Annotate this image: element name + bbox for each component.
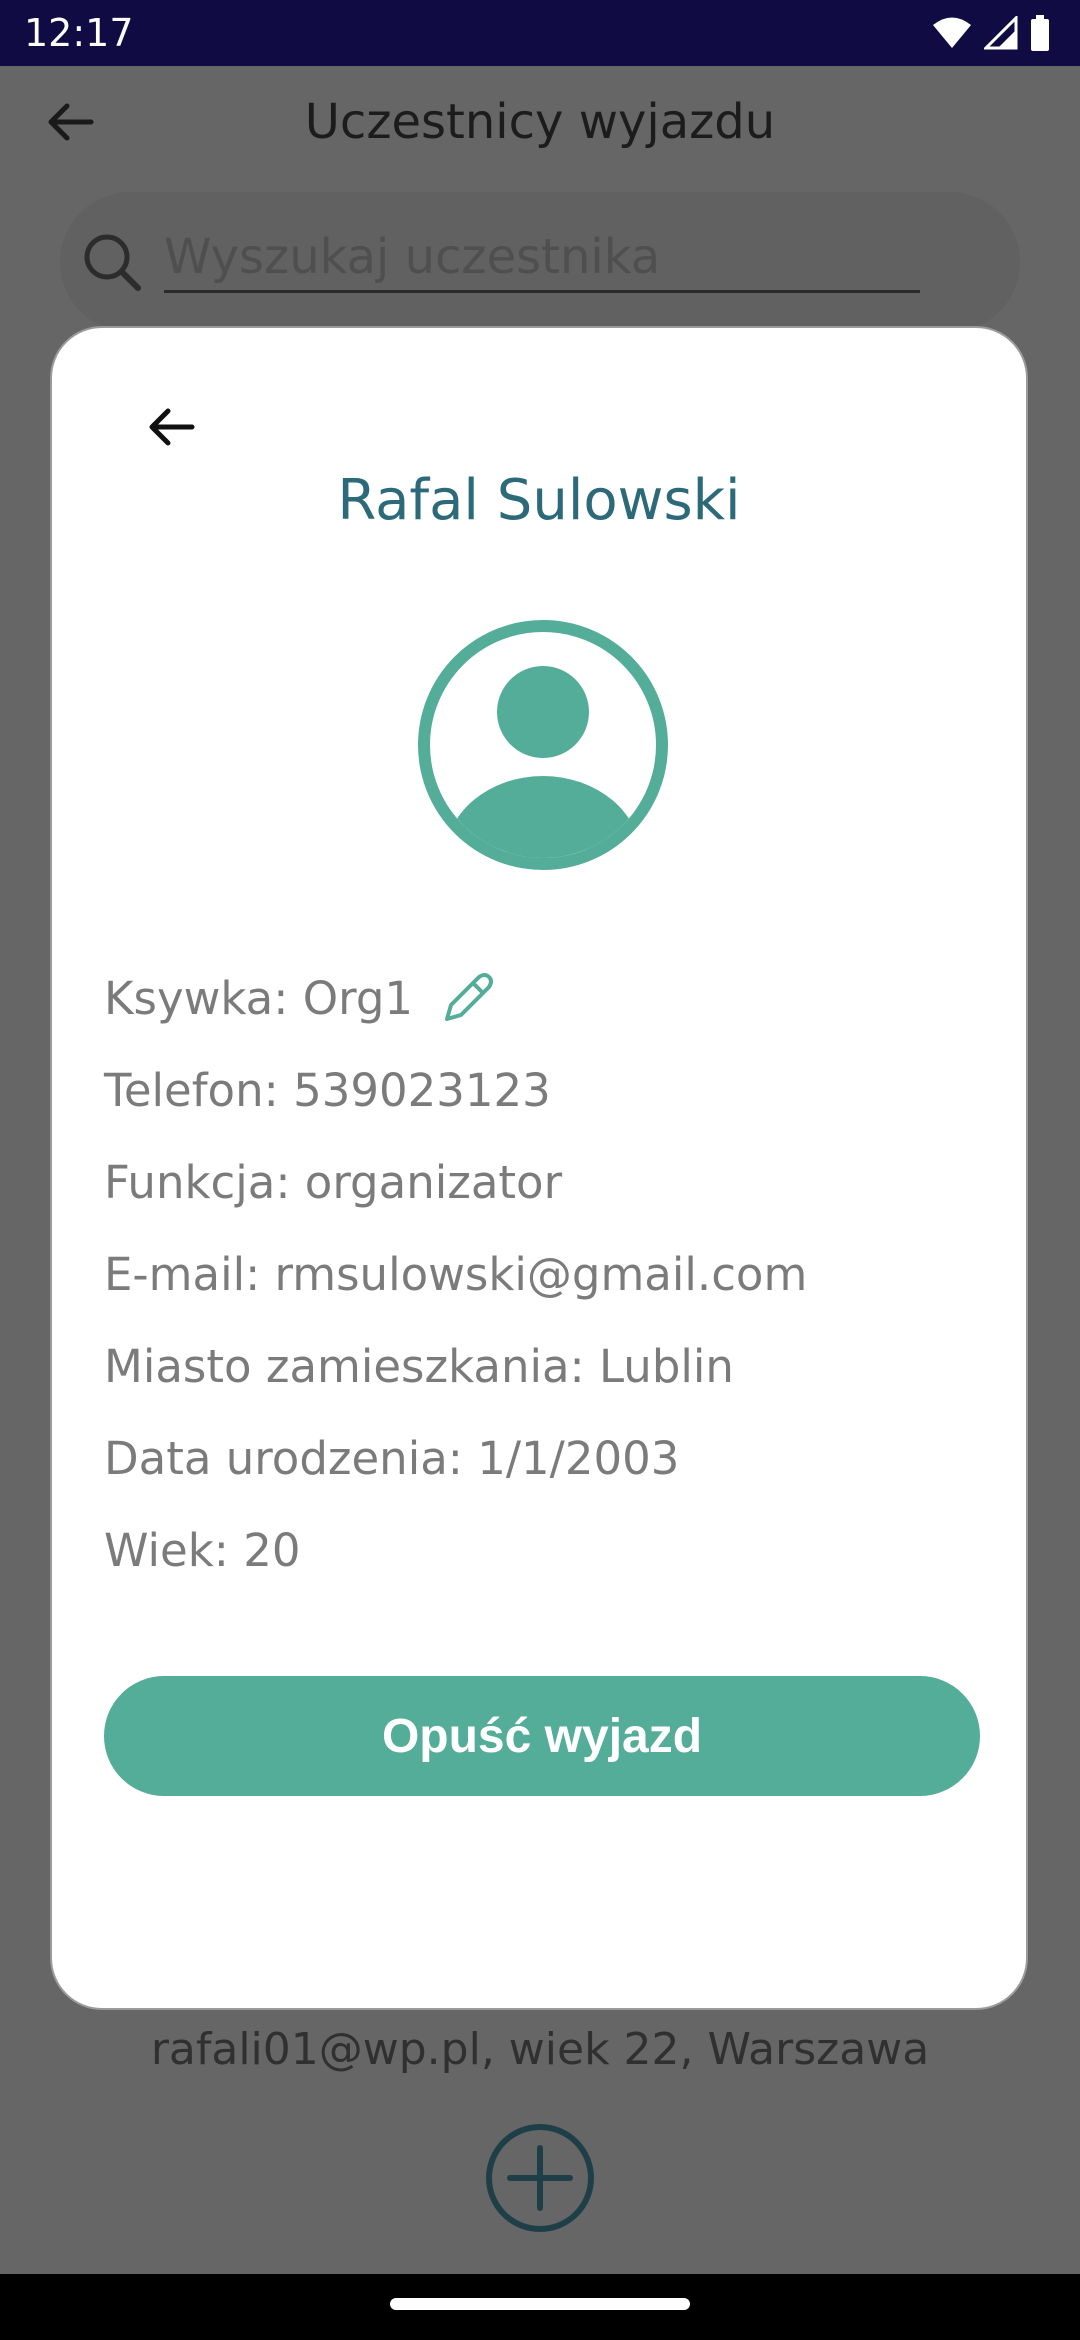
status-icons: [932, 14, 1050, 52]
search-box[interactable]: [60, 192, 1020, 332]
birthdate-row: Data urodzenia: 1/1/2003: [104, 1431, 680, 1485]
participant-info: Ksywka: Org1 Telefon: 539023123 Funkcja:…: [104, 952, 984, 1596]
cellular-signal-icon: [984, 16, 1018, 50]
participant-name: Rafal Sulowski: [337, 468, 741, 533]
home-gesture-handle[interactable]: [390, 2298, 690, 2310]
age-row: Wiek: 20: [104, 1523, 301, 1577]
nickname-row: Ksywka: Org1: [104, 952, 984, 1044]
dialog-back-button[interactable]: [136, 392, 206, 462]
battery-icon: [1031, 15, 1049, 51]
leave-trip-button[interactable]: Opuść wyjazd: [104, 1676, 980, 1796]
phone-row: Telefon: 539023123: [104, 1063, 551, 1117]
nickname-text: Ksywka: Org1: [104, 971, 414, 1025]
email-row: E-mail: rmsulowski@gmail.com: [104, 1247, 808, 1301]
avatar: [418, 620, 668, 870]
search-icon: [84, 234, 141, 291]
status-time: 12:17: [24, 11, 134, 55]
navigation-bar: [0, 2274, 1080, 2340]
add-participant-button[interactable]: [484, 2122, 596, 2234]
search-input[interactable]: [164, 224, 920, 293]
pencil-icon[interactable]: [439, 969, 497, 1027]
wifi-icon: [933, 17, 971, 48]
list-item-details: rafali01@wp.pl, wiek 22, Warszawa: [150, 2024, 930, 2075]
city-row: Miasto zamieszkania: Lublin: [104, 1339, 734, 1393]
arrow-left-icon: [149, 408, 195, 446]
page-title: Uczestnicy wyjazdu: [304, 94, 776, 150]
participant-dialog: Rafal Sulowski Ksywka: Org1 Telefon: 539…: [50, 326, 1028, 2010]
role-row: Funkcja: organizator: [104, 1155, 563, 1209]
status-bar: 12:17: [0, 0, 1080, 66]
